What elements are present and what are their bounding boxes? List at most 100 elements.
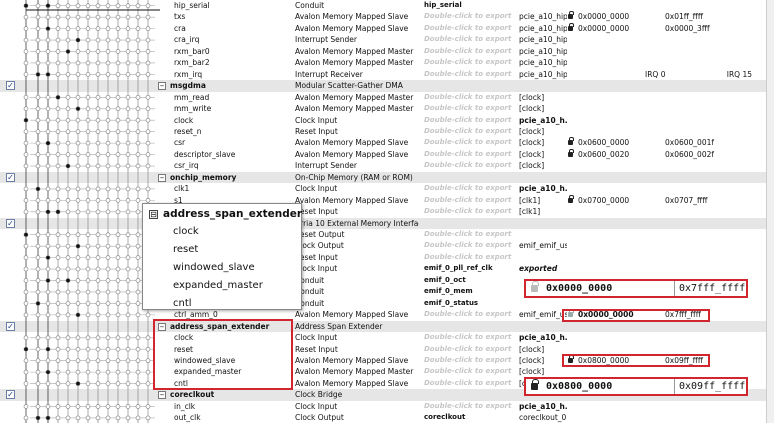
connection-point (75, 369, 81, 375)
connection-point (125, 289, 131, 295)
connection-point (23, 94, 29, 100)
connection-point (105, 94, 111, 100)
connection-point (115, 301, 121, 306)
connection-point (135, 301, 141, 306)
connection-point (95, 26, 101, 31)
connection-point (23, 37, 29, 43)
connection-point (85, 186, 91, 192)
callout-base: 0x0000_0000 (546, 283, 613, 294)
connection-dot (46, 370, 50, 374)
connection-point (105, 49, 111, 54)
connection-point (75, 198, 81, 203)
connection-point (135, 358, 141, 364)
connection-point (45, 198, 51, 203)
connection-point (105, 301, 111, 306)
connection-point (95, 209, 101, 215)
connection-point (75, 301, 81, 306)
connection-point (85, 3, 91, 9)
connection-point (75, 72, 81, 77)
connection-point (85, 37, 91, 43)
callout-end: 0x09ff_ffff (679, 381, 746, 392)
connection-point (95, 346, 101, 352)
connection-point (115, 140, 121, 146)
connection-point (55, 72, 61, 77)
connection-point (95, 381, 101, 386)
connection-point (55, 312, 61, 318)
connection-point (55, 129, 61, 135)
connection-point (35, 358, 41, 364)
connection-dot (56, 95, 60, 100)
connection-point (75, 186, 81, 192)
connection-point (115, 14, 121, 20)
connection-point (115, 37, 121, 43)
connection-point (23, 14, 29, 20)
connection-point (65, 404, 71, 409)
connection-point (105, 404, 111, 409)
connection-point (105, 369, 111, 375)
connection-point (125, 163, 131, 169)
callout-end: 0x7fff_ffff (679, 283, 746, 294)
connection-point (45, 289, 51, 295)
connection-point (75, 358, 81, 364)
connection-point (135, 49, 141, 54)
connection-point (115, 186, 121, 192)
connection-point (23, 266, 29, 272)
connection-point (75, 232, 81, 238)
connection-point (145, 415, 151, 421)
connection-point (135, 26, 141, 31)
connection-point (85, 72, 91, 77)
connection-point (135, 106, 141, 112)
connection-point (95, 60, 101, 66)
connection-point (85, 266, 91, 272)
connection-point (55, 37, 61, 43)
connection-point (85, 346, 91, 352)
connection-point (115, 369, 121, 375)
connection-point (115, 152, 121, 157)
connection-point (95, 152, 101, 157)
connection-point (105, 117, 111, 123)
connection-point (115, 415, 121, 421)
connection-point (135, 243, 141, 249)
connection-point (95, 49, 101, 54)
connection-point (45, 381, 51, 386)
connection-point (115, 60, 121, 66)
connection-point (125, 106, 131, 112)
vertical-scrollbar[interactable] (766, 0, 774, 423)
connection-point (75, 289, 81, 295)
connection-point (35, 266, 41, 272)
connection-dot (66, 278, 70, 283)
connection-point (55, 152, 61, 157)
connection-point (125, 26, 131, 31)
connection-point (115, 94, 121, 100)
connection-point (115, 26, 121, 31)
connection-point (135, 278, 141, 283)
connection-point (135, 312, 141, 318)
connection-point (65, 335, 71, 341)
connection-point (55, 3, 61, 9)
connection-point (135, 381, 141, 386)
connection-point (45, 37, 51, 43)
connection-point (35, 369, 41, 375)
connection-point (23, 186, 29, 192)
connection-point (23, 358, 29, 364)
connection-point (135, 152, 141, 157)
tooltip-item: reset (173, 244, 199, 255)
connection-point (105, 26, 111, 31)
connection-point (115, 243, 121, 249)
connection-point (125, 14, 131, 20)
connection-point (75, 140, 81, 146)
connection-point (55, 60, 61, 66)
connection-point (145, 26, 151, 31)
connection-point (65, 60, 71, 66)
connection-point (95, 335, 101, 341)
connection-point (125, 94, 131, 100)
connection-point (85, 26, 91, 31)
connection-point (65, 346, 71, 352)
connection-point (35, 106, 41, 112)
connection-dot (76, 244, 80, 248)
connection-point (45, 232, 51, 238)
connection-point (115, 335, 121, 341)
connection-point (75, 152, 81, 157)
connection-point (75, 278, 81, 283)
connection-point (23, 381, 29, 386)
